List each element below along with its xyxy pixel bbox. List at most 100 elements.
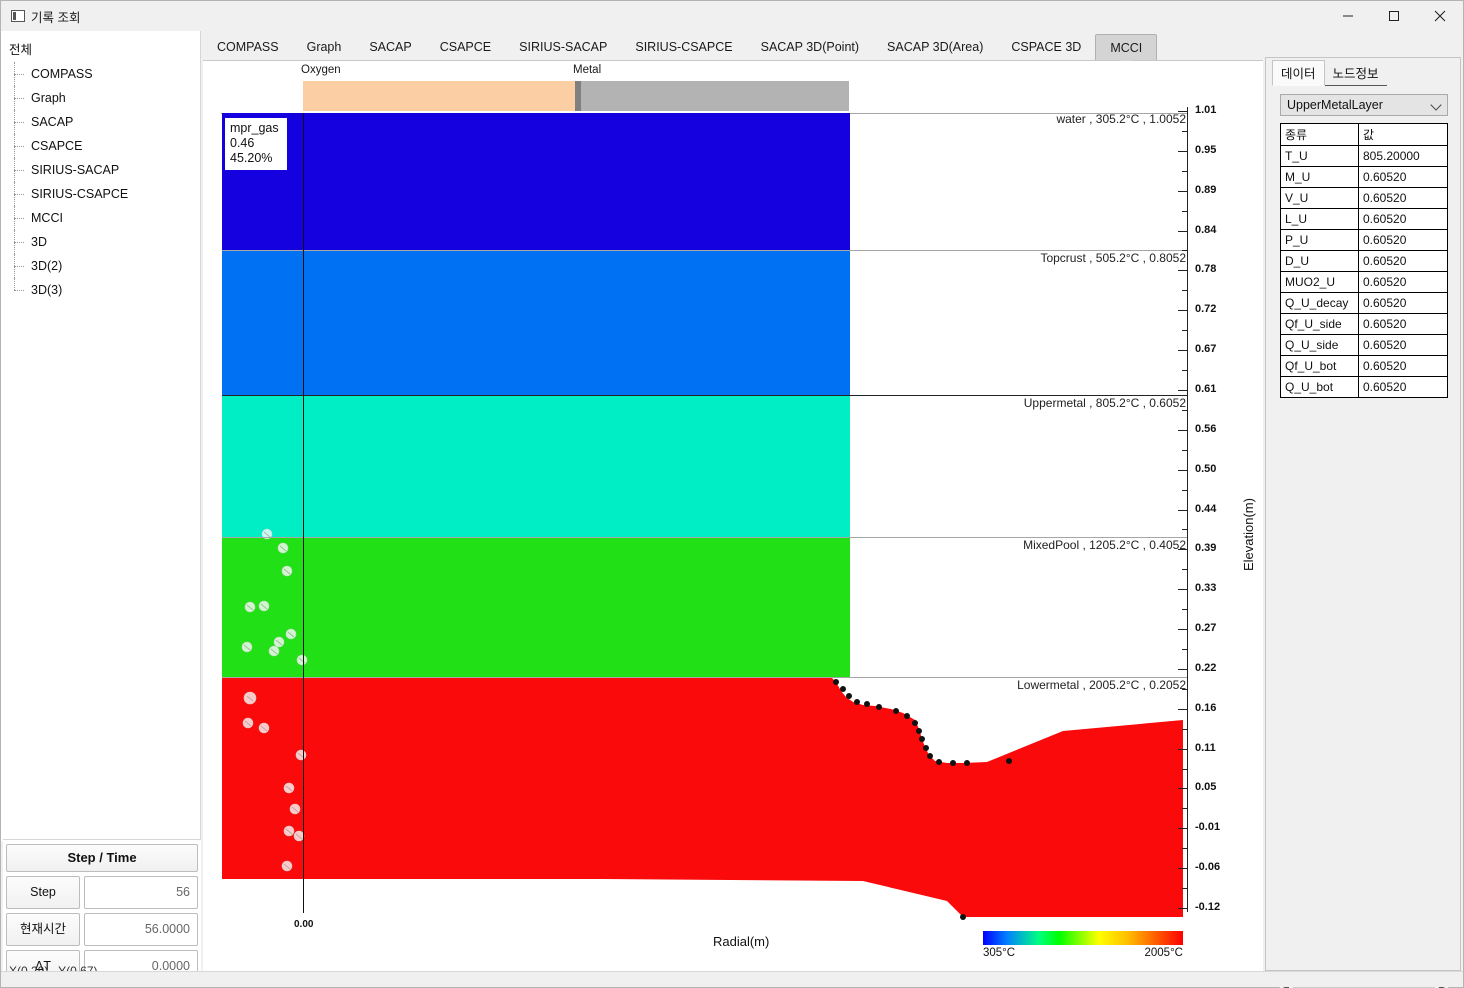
y-tick-major <box>1178 430 1188 431</box>
y-tick-label: 0.95 <box>1195 144 1216 156</box>
layer-label-uppermetal: Uppermetal , 805.2°C , 0.6052 <box>788 396 1186 410</box>
tree-item-compass[interactable]: COMPASS <box>1 62 200 86</box>
table-row[interactable]: MUO2_U0.60520 <box>1281 272 1448 293</box>
title-bar: 기록 조회 <box>1 1 1463 31</box>
oxygen-label: Oxygen <box>301 64 341 76</box>
table-row[interactable]: D_U0.60520 <box>1281 251 1448 272</box>
minimize-icon[interactable] <box>1325 1 1371 31</box>
tree-item-3d[interactable]: 3D <box>1 230 200 254</box>
table-header-kind: 종류 <box>1281 124 1359 146</box>
document-icon <box>11 10 25 22</box>
table-header-value: 값 <box>1359 124 1448 146</box>
tree-root-label: 전체 <box>1 37 200 62</box>
tab-csapce[interactable]: CSAPCE <box>426 34 505 60</box>
table-row[interactable]: V_U0.60520 <box>1281 188 1448 209</box>
table-row[interactable]: Qf_U_bot0.60520 <box>1281 356 1448 377</box>
application-window: 기록 조회 전체 COMPASS Graph SACAP CSAPCE SIRI… <box>0 0 1464 988</box>
table-row[interactable]: L_U0.60520 <box>1281 209 1448 230</box>
tab-node-info[interactable]: 노드정보 <box>1325 61 1387 86</box>
tab-data[interactable]: 데이터 <box>1272 60 1325 86</box>
y-tick-minor <box>1182 290 1188 291</box>
tree-item-mcci[interactable]: MCCI <box>1 206 200 230</box>
tab-graph[interactable]: Graph <box>293 34 356 60</box>
y-tick-major <box>1178 270 1188 271</box>
layer-band-uppermetal <box>222 395 850 537</box>
cell-value: 0.60520 <box>1359 230 1448 251</box>
table-row[interactable]: Q_U_side0.60520 <box>1281 335 1448 356</box>
cell-value: 0.60520 <box>1359 167 1448 188</box>
layer-band-topcrust <box>222 250 850 395</box>
navigation-tree: 전체 COMPASS Graph SACAP CSAPCE SIRIUS-SAC… <box>1 31 201 841</box>
tree-item-csapce[interactable]: CSAPCE <box>1 134 200 158</box>
table-row[interactable]: M_U0.60520 <box>1281 167 1448 188</box>
cell-value: 0.60520 <box>1359 188 1448 209</box>
tab-sacap[interactable]: SACAP <box>355 34 425 60</box>
table-row[interactable]: T_U805.20000 <box>1281 146 1448 167</box>
y-tick-major <box>1178 111 1188 112</box>
y-tick-minor <box>1182 131 1188 132</box>
step-time-header[interactable]: Step / Time <box>6 844 198 872</box>
x-zero-tick-label: 0.00 <box>294 919 313 930</box>
tree-item-sirius-sacap[interactable]: SIRIUS-SACAP <box>1 158 200 182</box>
y-tick-major <box>1178 589 1188 590</box>
y-tick-minor <box>1182 211 1188 212</box>
tab-sacap-3d-point[interactable]: SACAP 3D(Point) <box>747 34 873 60</box>
y-tick-minor <box>1182 729 1188 730</box>
tab-sacap-3d-area[interactable]: SACAP 3D(Area) <box>873 34 997 60</box>
mcci-plot-canvas[interactable]: Oxygen Metal <box>203 61 1263 987</box>
cell-value: 0.60520 <box>1359 377 1448 398</box>
y-tick-label: 0.89 <box>1195 184 1216 196</box>
maximize-icon[interactable] <box>1371 1 1417 31</box>
tab-sirius-sacap[interactable]: SIRIUS-SACAP <box>505 34 621 60</box>
tree-item-label: SACAP <box>31 115 73 129</box>
status-bar <box>1 971 1463 987</box>
y-tick-minor <box>1182 250 1188 251</box>
table-row[interactable]: P_U0.60520 <box>1281 230 1448 251</box>
y-tick-minor <box>1182 888 1188 889</box>
current-time-label[interactable]: 현재시간 <box>6 913 80 946</box>
cell-kind: V_U <box>1281 188 1359 209</box>
tree-item-3d-3[interactable]: 3D(3) <box>1 278 200 302</box>
cell-kind: T_U <box>1281 146 1359 167</box>
tree-item-graph[interactable]: Graph <box>1 86 200 110</box>
radial-cursor-line <box>303 113 304 913</box>
table-row[interactable]: Qf_U_side0.60520 <box>1281 314 1448 335</box>
y-tick-major <box>1178 629 1188 630</box>
tab-cspace-3d[interactable]: CSPACE 3D <box>997 34 1095 60</box>
y-tick-minor <box>1182 769 1188 770</box>
tab-mcci[interactable]: MCCI <box>1095 34 1157 60</box>
y-tick-label: -0.12 <box>1195 901 1220 913</box>
tab-sirius-csapce[interactable]: SIRIUS-CSAPCE <box>621 34 746 60</box>
y-tick-label: 0.78 <box>1195 263 1216 275</box>
tree-item-3d-2[interactable]: 3D(2) <box>1 254 200 278</box>
cell-value: 805.20000 <box>1359 146 1448 167</box>
y-tick-minor <box>1182 649 1188 650</box>
step-label[interactable]: Step <box>6 876 80 909</box>
y-tick-minor <box>1182 609 1188 610</box>
y-tick-label: -0.06 <box>1195 861 1220 873</box>
tree-item-sirius-csapce[interactable]: SIRIUS-CSAPCE <box>1 182 200 206</box>
y-tick-major <box>1178 549 1188 550</box>
y-tick-label: 0.72 <box>1195 303 1216 315</box>
close-icon[interactable] <box>1417 1 1463 31</box>
table-row[interactable]: Q_U_bot0.60520 <box>1281 377 1448 398</box>
tab-compass[interactable]: COMPASS <box>203 34 293 60</box>
layer-select-dropdown[interactable]: UpperMetalLayer <box>1280 94 1448 116</box>
step-value-input[interactable]: 56 <box>84 876 198 909</box>
layer-label-mixedpool: MixedPool , 1205.2°C , 0.4052 <box>788 538 1186 552</box>
y-tick-minor <box>1182 808 1188 809</box>
y-tick-label: 0.39 <box>1195 542 1216 554</box>
tree-item-sacap[interactable]: SACAP <box>1 110 200 134</box>
temperature-colorbar: 305°C 2005°C <box>983 931 1183 945</box>
table-header-row: 종류 값 <box>1281 124 1448 146</box>
gas-tooltip[interactable]: mpr_gas 0.46 45.20% <box>223 116 289 172</box>
y-tick-major <box>1178 510 1188 511</box>
cell-kind: Q_U_decay <box>1281 293 1359 314</box>
tooltip-percent: 45.20% <box>230 151 282 166</box>
y-axis-title: Elevation(m) <box>1241 498 1256 571</box>
y-tick-minor <box>1182 529 1188 530</box>
y-tick-major <box>1178 191 1188 192</box>
current-time-input[interactable]: 56.0000 <box>84 913 198 946</box>
table-row[interactable]: Q_U_decay0.60520 <box>1281 293 1448 314</box>
y-tick-label: 0.33 <box>1195 582 1216 594</box>
